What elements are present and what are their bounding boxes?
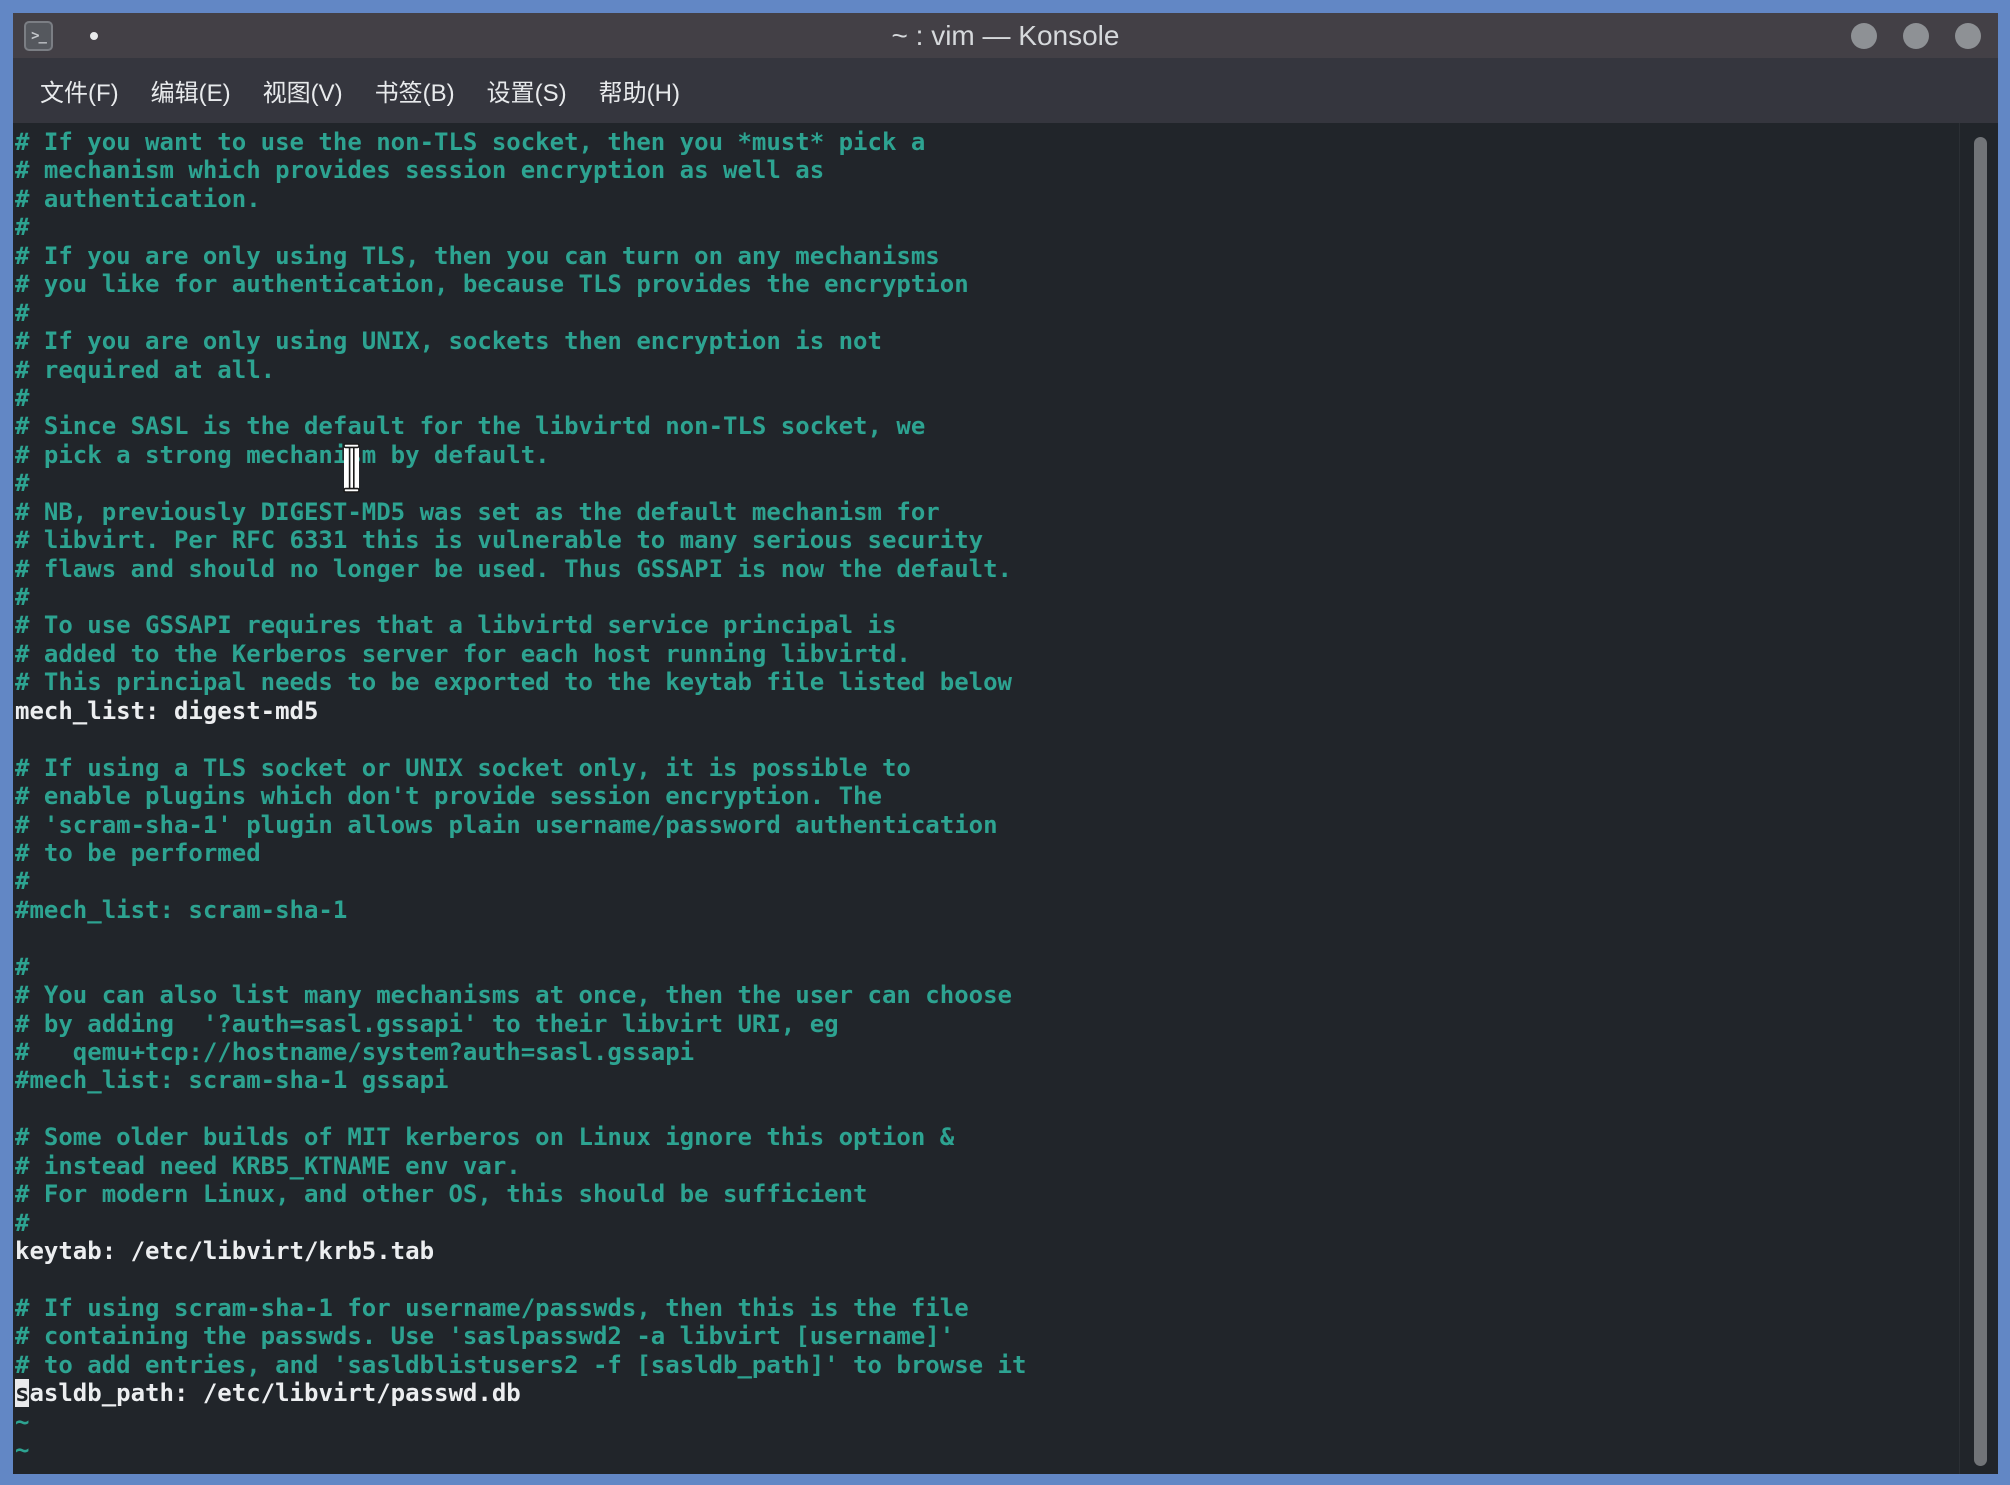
terminal-line: # enable plugins which don't provide ses…	[15, 782, 1998, 810]
terminal-line: #	[15, 1209, 1998, 1237]
window-controls	[1851, 23, 1981, 49]
terminal-line: #	[15, 583, 1998, 611]
terminal-line: # Some older builds of MIT kerberos on L…	[15, 1123, 1998, 1151]
terminal-line: # qemu+tcp://hostname/system?auth=sasl.g…	[15, 1038, 1998, 1066]
terminal-line: # If you want to use the non-TLS socket,…	[15, 128, 1998, 156]
terminal-line: ~	[15, 1436, 1998, 1464]
terminal-line: # If using scram-sha-1 for username/pass…	[15, 1294, 1998, 1322]
terminal-line: sasldb_path: /etc/libvirt/passwd.db	[15, 1379, 1998, 1407]
terminal-line: # authentication.	[15, 185, 1998, 213]
close-button[interactable]	[1955, 23, 1981, 49]
minimize-button[interactable]	[1851, 23, 1877, 49]
terminal-line: # This principal needs to be exported to…	[15, 668, 1998, 696]
terminal-viewport[interactable]: # If you want to use the non-TLS socket,…	[13, 123, 1998, 1474]
terminal-line: # If you are only using TLS, then you ca…	[15, 242, 1998, 270]
terminal-line: # Since SASL is the default for the libv…	[15, 412, 1998, 440]
terminal-line: # mechanism which provides session encry…	[15, 156, 1998, 184]
terminal-line: # by adding '?auth=sasl.gssapi' to their…	[15, 1010, 1998, 1038]
vim-block-cursor: s	[15, 1379, 29, 1407]
terminal-line: #	[15, 384, 1998, 412]
terminal-line: #mech_list: scram-sha-1 gssapi	[15, 1066, 1998, 1094]
konsole-window: >_ ~ : vim — Konsole 文件(F) 编辑(E) 视图(V) 书签(B…	[13, 13, 1998, 1474]
maximize-button[interactable]	[1903, 23, 1929, 49]
terminal-line: # To use GSSAPI requires that a libvirtd…	[15, 611, 1998, 639]
title-bar: >_ ~ : vim — Konsole	[13, 13, 1998, 58]
terminal-line	[15, 725, 1998, 753]
menu-item-settings[interactable]: 设置(S)	[485, 69, 569, 112]
terminal-line: #	[15, 213, 1998, 241]
terminal-line: mech_list: digest-md5	[15, 697, 1998, 725]
terminal-line: # 'scram-sha-1' plugin allows plain user…	[15, 811, 1998, 839]
terminal-line: #	[15, 469, 1998, 497]
modified-indicator-dot	[90, 32, 98, 40]
terminal-line: keytab: /etc/libvirt/krb5.tab	[15, 1237, 1998, 1265]
scrollbar-track[interactable]	[1959, 123, 1998, 1474]
terminal-line: ~	[15, 1408, 1998, 1436]
menu-bar: 文件(F) 编辑(E) 视图(V) 书签(B) 设置(S) 帮助(H)	[13, 58, 1998, 123]
menu-item-edit[interactable]: 编辑(E)	[149, 69, 233, 112]
terminal-line: #	[15, 867, 1998, 895]
terminal-line: # required at all.	[15, 356, 1998, 384]
terminal-line: # NB, previously DIGEST-MD5 was set as t…	[15, 498, 1998, 526]
terminal-line: # flaws and should no longer be used. Th…	[15, 555, 1998, 583]
terminal-line: # pick a strong mechanism by default.	[15, 441, 1998, 469]
terminal-line: # added to the Kerberos server for each …	[15, 640, 1998, 668]
menu-item-view[interactable]: 视图(V)	[261, 69, 345, 112]
terminal-line	[15, 924, 1998, 952]
mouse-ibeam-cursor	[340, 442, 364, 494]
terminal-line: # libvirt. Per RFC 6331 this is vulnerab…	[15, 526, 1998, 554]
menu-item-file[interactable]: 文件(F)	[38, 69, 121, 112]
menu-item-bookmarks[interactable]: 书签(B)	[373, 69, 457, 112]
menu-item-help[interactable]: 帮助(H)	[597, 69, 682, 112]
terminal-line: # containing the passwds. Use 'saslpassw…	[15, 1322, 1998, 1350]
terminal-line: #	[15, 953, 1998, 981]
terminal-line: # You can also list many mechanisms at o…	[15, 981, 1998, 1009]
terminal-line: # you like for authentication, because T…	[15, 270, 1998, 298]
terminal-line: # to be performed	[15, 839, 1998, 867]
terminal-line	[15, 1095, 1998, 1123]
terminal-line: #	[15, 299, 1998, 327]
terminal-line: # If you are only using UNIX, sockets th…	[15, 327, 1998, 355]
konsole-terminal-icon[interactable]: >_	[24, 21, 53, 51]
scrollbar-thumb[interactable]	[1974, 137, 1987, 1466]
terminal-line: # For modern Linux, and other OS, this s…	[15, 1180, 1998, 1208]
terminal-line: # instead need KRB5_KTNAME env var.	[15, 1152, 1998, 1180]
window-title: ~ : vim — Konsole	[13, 20, 1998, 52]
terminal-line	[15, 1266, 1998, 1294]
terminal-line: # to add entries, and 'sasldblistusers2 …	[15, 1351, 1998, 1379]
terminal-line: #mech_list: scram-sha-1	[15, 896, 1998, 924]
terminal-line: # If using a TLS socket or UNIX socket o…	[15, 754, 1998, 782]
terminal-content: # If you want to use the non-TLS socket,…	[13, 123, 1998, 1465]
